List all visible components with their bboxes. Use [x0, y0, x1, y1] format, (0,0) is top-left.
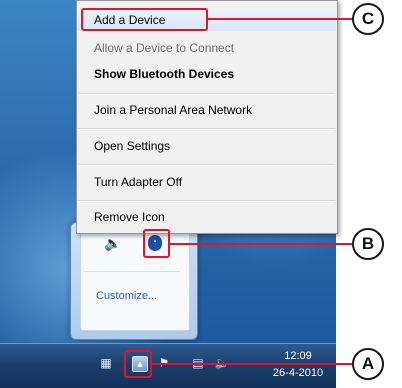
menu-item-show-devices[interactable]: Show Bluetooth Devices — [78, 63, 336, 85]
menu-item-allow-device: Allow a Device to Connect — [94, 41, 235, 55]
menu-item-remove-icon[interactable]: Remove Icon — [78, 206, 336, 228]
bluetooth-context-menu: Add a Device Allow a Device to Connect S… — [76, 0, 338, 234]
callout-a: A — [352, 348, 384, 380]
overflow-icon-area — [80, 231, 190, 331]
popup-divider — [84, 271, 180, 272]
highlight-box-add-device — [81, 8, 208, 31]
notification-overflow-popup — [70, 222, 198, 340]
taskbar-clock[interactable]: 12:09 26-4-2010 — [266, 348, 330, 382]
speaker-icon[interactable]: 🔈 — [104, 234, 122, 252]
menu-separator — [79, 200, 335, 202]
menu-item-join-pan[interactable]: Join a Personal Area Network — [78, 99, 336, 121]
connector-line-c — [208, 18, 352, 20]
menu-separator — [79, 93, 335, 95]
connector-line-a — [152, 363, 352, 365]
menu-separator — [79, 164, 335, 166]
highlight-box-show-hidden — [124, 350, 152, 378]
clock-date: 26-4-2010 — [272, 367, 324, 379]
customize-link[interactable]: Customize... — [96, 290, 196, 302]
callout-b: B — [352, 228, 384, 260]
menu-item-open-settings[interactable]: Open Settings — [78, 135, 336, 157]
menu-item-turn-adapter-off[interactable]: Turn Adapter Off — [78, 171, 336, 193]
menu-separator — [79, 128, 335, 130]
laptop-icon[interactable]: ▦ — [98, 355, 114, 371]
connector-line-b — [170, 243, 352, 245]
callout-c: C — [352, 3, 384, 35]
highlight-box-bluetooth-icon — [143, 229, 170, 258]
